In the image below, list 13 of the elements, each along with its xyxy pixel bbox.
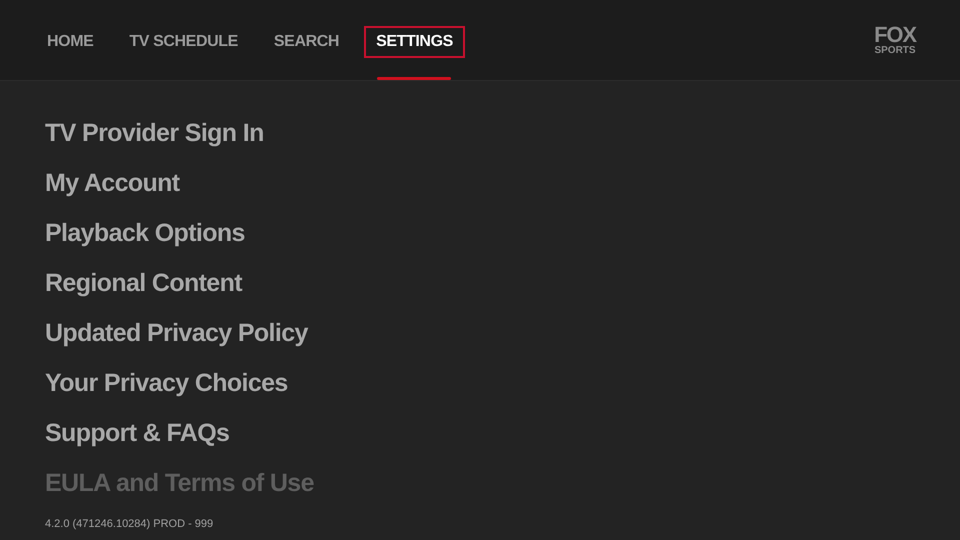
settings-item[interactable]: Playback Options — [45, 209, 245, 259]
version-text: 4.2.0 (471246.10284) PROD - 999 — [45, 517, 214, 532]
settings-item[interactable]: My Account — [45, 159, 180, 209]
nav-tab[interactable]: SETTINGS — [364, 26, 465, 58]
settings-item[interactable]: Your Privacy Choices — [45, 359, 288, 409]
nav-tab[interactable]: HOME — [36, 26, 104, 58]
nav-tab[interactable]: SEARCH — [262, 26, 350, 58]
logo: FOX SPORTS — [874, 24, 916, 56]
settings-item[interactable]: TV Provider Sign In — [45, 109, 264, 159]
settings-item[interactable]: Updated Privacy Policy — [45, 309, 308, 359]
nav-tab[interactable]: TV SCHEDULE — [118, 26, 249, 58]
settings-item[interactable]: Regional Content — [45, 259, 242, 309]
settings-item[interactable]: Support & FAQs — [45, 409, 230, 459]
